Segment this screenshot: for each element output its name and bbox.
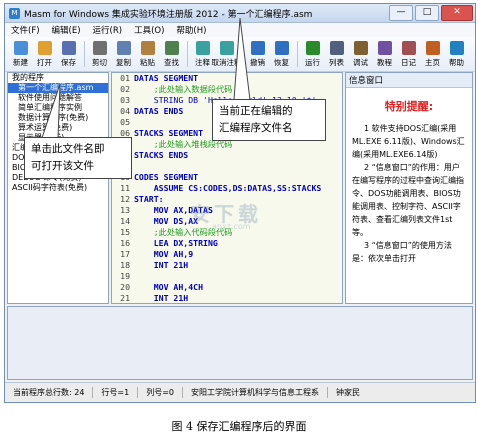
callout-pointers: [41, 17, 251, 139]
callout-open-file: 单击此文件名即 可打开该文件: [24, 137, 132, 179]
figure-caption: 图 4 保存汇编程序后的界面: [171, 420, 307, 433]
callout-left-pointer: [41, 83, 61, 139]
callout-right-pointer: [233, 17, 251, 101]
callout-current-file: 当前正在编辑的 汇编程序文件名: [212, 99, 326, 141]
